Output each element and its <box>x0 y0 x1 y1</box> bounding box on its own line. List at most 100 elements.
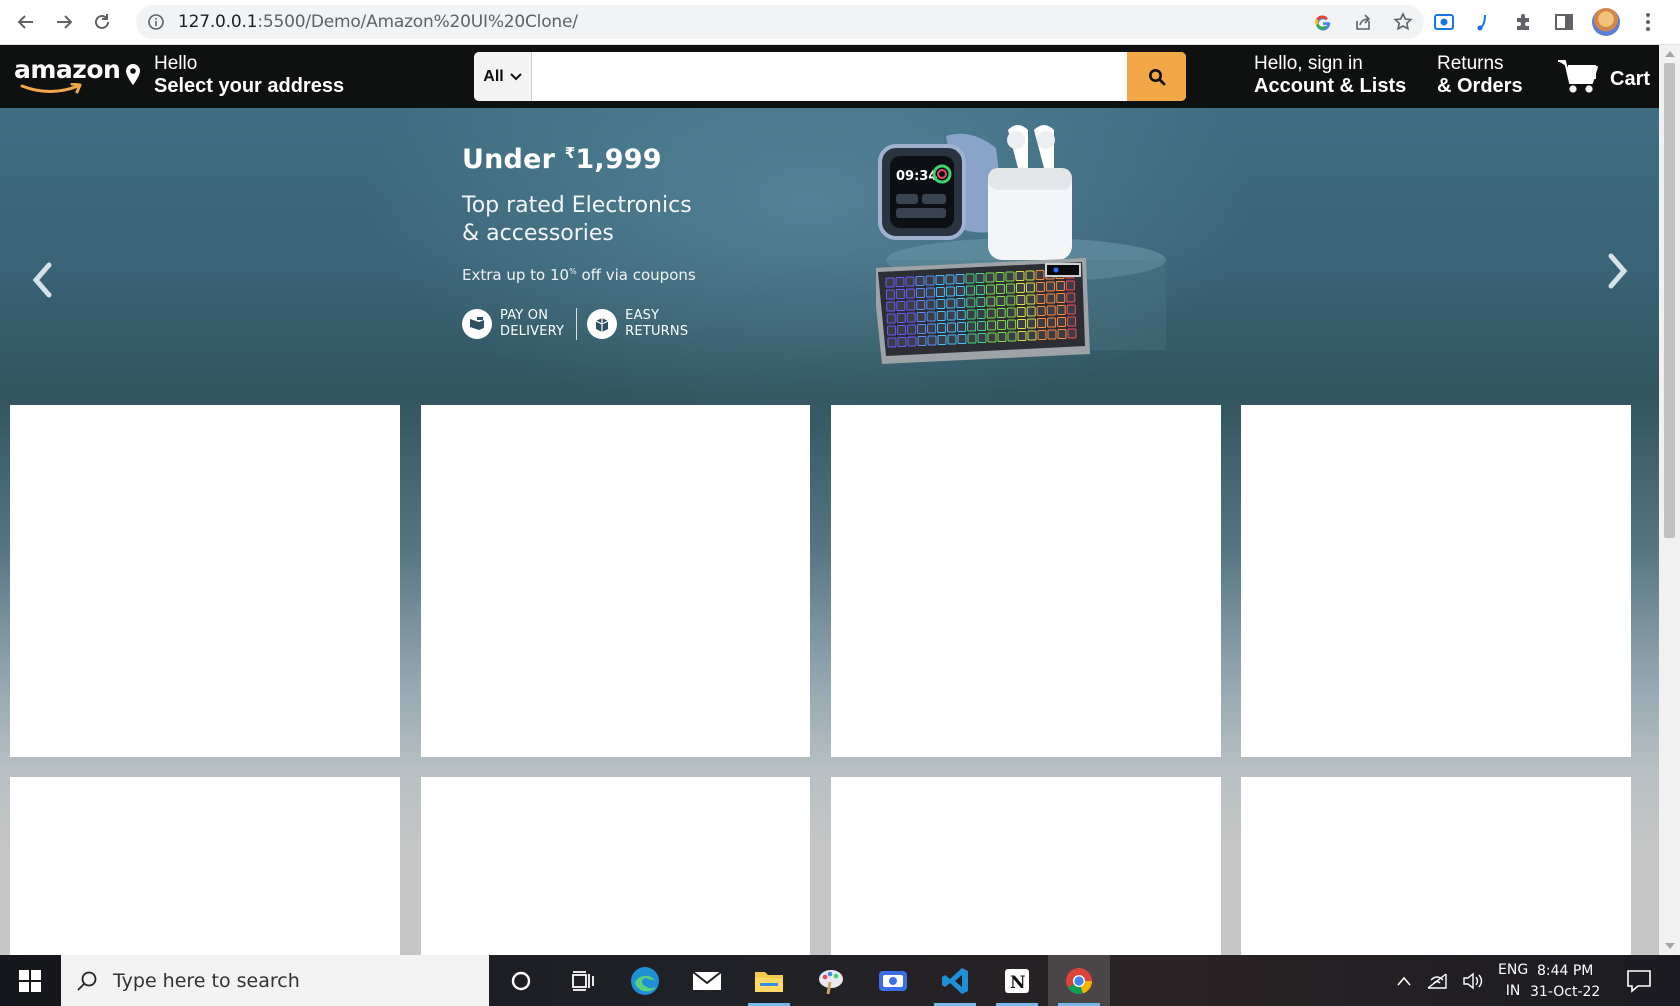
language-code: ENG <box>1498 961 1529 978</box>
reload-button[interactable] <box>86 6 118 38</box>
chrome-app[interactable] <box>1048 955 1110 1006</box>
start-button[interactable] <box>0 955 60 1006</box>
amazon-logo[interactable]: amazon <box>14 55 121 95</box>
edge-icon <box>631 966 659 995</box>
folder-icon <box>755 971 783 992</box>
address-bar[interactable]: 127.0.0.1:5500/Demo/Amazon%20UI%20Clone/ <box>136 5 1424 39</box>
product-card[interactable] <box>831 777 1221 955</box>
address-prompt: Select your address <box>154 75 345 97</box>
keyboard-key <box>917 336 927 346</box>
hero-headline: Under ₹1,999 <box>462 144 722 175</box>
page-scrollbar[interactable] <box>1659 45 1680 955</box>
search-category-dropdown[interactable]: All <box>474 52 532 101</box>
taskbar-search-box[interactable]: Type here to search <box>61 955 489 1006</box>
keyboard-key <box>956 298 966 308</box>
forward-button[interactable] <box>48 6 80 38</box>
side-panel-icon[interactable] <box>1552 10 1576 34</box>
delivery-address[interactable]: Hello Select your address <box>154 53 344 97</box>
mail-app[interactable] <box>676 955 738 1006</box>
screen-recorder-app[interactable] <box>862 955 924 1006</box>
screen-record-extension-icon[interactable] <box>1432 10 1456 34</box>
vscode-app[interactable] <box>924 955 986 1006</box>
scroll-down-arrow-icon[interactable] <box>1665 943 1675 949</box>
product-card[interactable] <box>831 405 1221 757</box>
search-input[interactable] <box>532 52 1127 101</box>
scroll-up-arrow-icon[interactable] <box>1665 51 1675 57</box>
google-lens-icon[interactable] <box>1312 11 1334 33</box>
product-card[interactable] <box>421 777 810 955</box>
keyboard-key <box>996 296 1006 306</box>
hero-subheadline-line2: & accessories <box>462 221 614 246</box>
chevron-up-icon[interactable] <box>1396 975 1412 987</box>
wifi-icon[interactable] <box>1426 972 1448 990</box>
file-explorer-app[interactable] <box>738 955 800 1006</box>
keyboard-key <box>905 288 915 299</box>
clock-date: 31-Oct-22 <box>1530 984 1601 1000</box>
keyboard-key <box>887 337 897 348</box>
hero-currency: ₹ <box>564 144 576 162</box>
keyboard-key <box>955 274 965 284</box>
hero-offer-part1: Extra up to 10 <box>462 266 570 284</box>
task-view-icon <box>572 970 594 991</box>
input-language[interactable]: ENG IN <box>1498 960 1528 1002</box>
cart-button[interactable]: Cart <box>1556 57 1650 95</box>
svg-text:N: N <box>1010 973 1026 993</box>
search-submit-button[interactable] <box>1127 52 1186 101</box>
cart-icon <box>1558 60 1598 93</box>
product-card[interactable] <box>10 777 400 955</box>
keyboard-key <box>987 320 997 331</box>
returns-and-orders[interactable]: Returns & Orders <box>1437 53 1523 97</box>
keyboard-key <box>1017 331 1027 341</box>
hero-copy: Under ₹1,999 Top rated Electronics & acc… <box>462 144 722 284</box>
keyboard-key <box>905 276 915 287</box>
info-icon[interactable] <box>148 14 164 30</box>
cortana-button[interactable] <box>490 955 552 1006</box>
volume-icon[interactable] <box>1462 972 1484 990</box>
keyboard-key <box>1005 283 1015 294</box>
bookmark-star-icon[interactable] <box>1392 11 1414 33</box>
profile-avatar[interactable] <box>1592 8 1620 36</box>
more-menu-icon[interactable] <box>1636 10 1660 34</box>
back-button[interactable] <box>10 6 42 38</box>
keyboard-key <box>976 309 986 319</box>
keyboard-key <box>1017 319 1027 329</box>
chevron-left-icon <box>32 262 52 298</box>
account-greeting: Hello, sign in <box>1254 53 1363 74</box>
system-tray: ENG IN <box>1396 955 1528 1006</box>
keyboard-key <box>1047 317 1057 328</box>
carousel-next-button[interactable] <box>1598 241 1638 301</box>
location-pin-icon <box>126 64 140 85</box>
keyboard-key <box>895 289 905 299</box>
keyboard-key <box>946 298 956 309</box>
product-card[interactable] <box>1241 777 1631 955</box>
product-card[interactable] <box>1241 405 1631 757</box>
keyboard-key <box>925 287 935 298</box>
account-and-lists[interactable]: Hello, sign in Account & Lists <box>1254 53 1406 97</box>
sound-extension-icon[interactable] <box>1472 10 1496 34</box>
edge-app[interactable] <box>614 955 676 1006</box>
keyboard-key <box>925 275 935 286</box>
scrollbar-thumb[interactable] <box>1664 63 1675 538</box>
notification-center-icon[interactable] <box>1626 968 1652 994</box>
keyboard-key <box>915 288 925 298</box>
keyboard-key <box>976 297 986 307</box>
hero-subheadline: Top rated Electronics & accessories <box>462 192 722 248</box>
arrow-left-icon <box>17 15 33 29</box>
notion-app[interactable]: N <box>986 955 1048 1006</box>
share-icon[interactable] <box>1352 11 1374 33</box>
search-category-label: All <box>483 67 504 85</box>
search-icon <box>77 971 97 991</box>
extensions-puzzle-icon[interactable] <box>1512 10 1536 34</box>
region-code: IN <box>1505 982 1521 999</box>
keyboard-key <box>1056 293 1066 303</box>
keyboard-key <box>936 311 946 321</box>
keyboard-key <box>915 276 925 286</box>
product-card[interactable] <box>421 405 810 757</box>
task-view-button[interactable] <box>552 955 614 1006</box>
taskbar-clock[interactable]: 8:44 PM 31-Oct-22 <box>1530 961 1600 1003</box>
carousel-prev-button[interactable] <box>22 250 62 310</box>
paint-app[interactable] <box>800 955 862 1006</box>
keyboard-key <box>1006 295 1016 306</box>
product-card[interactable] <box>10 405 400 757</box>
keyboard-key <box>927 323 937 334</box>
